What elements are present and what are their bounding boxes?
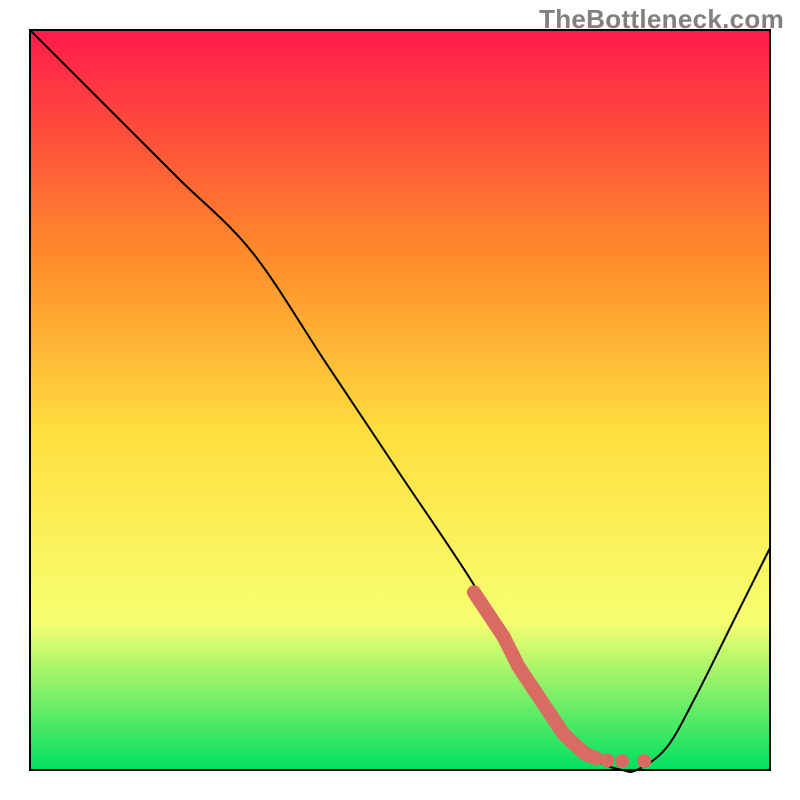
highlight-point [511, 659, 525, 673]
highlight-point [600, 753, 614, 767]
highlight-point [563, 733, 577, 747]
highlight-point [482, 608, 496, 622]
highlight-point [615, 754, 629, 768]
highlight-point [526, 682, 540, 696]
highlight-point [497, 630, 511, 644]
highlight-point [637, 754, 651, 768]
highlight-point [467, 585, 481, 599]
chart-container: TheBottleneck.com [0, 0, 800, 800]
chart-svg [0, 0, 800, 800]
